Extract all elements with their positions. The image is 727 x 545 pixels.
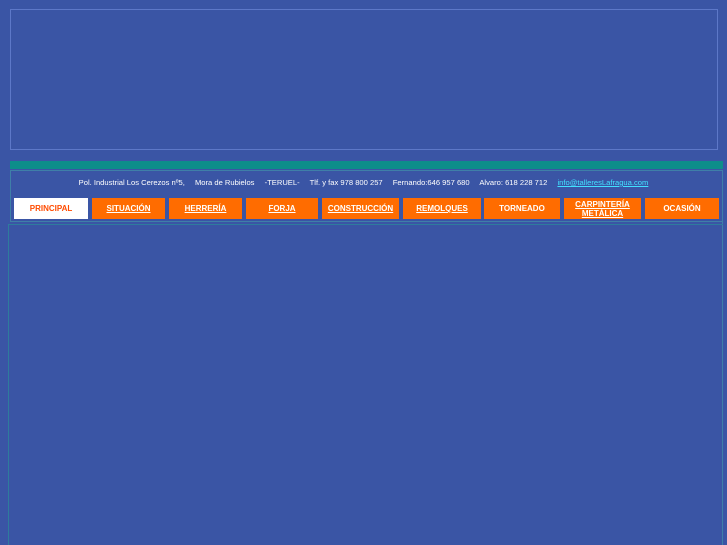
- town-text: Mora de Rubielos: [194, 178, 255, 187]
- divider-bar: [10, 161, 723, 169]
- address-text: Pol. Industrial Los Cerezos nº5,: [78, 178, 185, 187]
- main-nav: PRINCIPAL SITUACIÓN HERRERÍA FORJA CONST…: [14, 198, 720, 220]
- nav-herreria[interactable]: HERRERÍA: [169, 198, 242, 219]
- header-banner: [10, 9, 718, 150]
- phone-text: Tlf. y fax 978 800 257: [309, 178, 383, 187]
- content-area: [8, 224, 723, 545]
- nav-situacion[interactable]: SITUACIÓN: [92, 198, 165, 219]
- fernando-phone: Fernando:646 957 680: [392, 178, 470, 187]
- nav-torneado[interactable]: TORNEADO: [484, 198, 560, 219]
- nav-forja[interactable]: FORJA: [246, 198, 318, 219]
- nav-construccion[interactable]: CONSTRUCCIÓN: [322, 198, 399, 219]
- nav-carpinteria-metalica[interactable]: CARPINTERÍA METÁLICA: [564, 198, 641, 219]
- alvaro-phone: Alvaro: 618 228 712: [479, 178, 548, 187]
- email-link[interactable]: info@talleresLafragua.com: [557, 178, 648, 187]
- page: Pol. Industrial Los Cerezos nº5, Mora de…: [0, 0, 727, 545]
- nav-principal[interactable]: PRINCIPAL: [14, 198, 88, 219]
- nav-remolques[interactable]: REMOLQUES: [403, 198, 481, 219]
- contact-info: Pol. Industrial Los Cerezos nº5, Mora de…: [0, 176, 727, 190]
- nav-ocasion[interactable]: OCASIÓN: [645, 198, 719, 219]
- province-text: -TERUEL-: [264, 178, 300, 187]
